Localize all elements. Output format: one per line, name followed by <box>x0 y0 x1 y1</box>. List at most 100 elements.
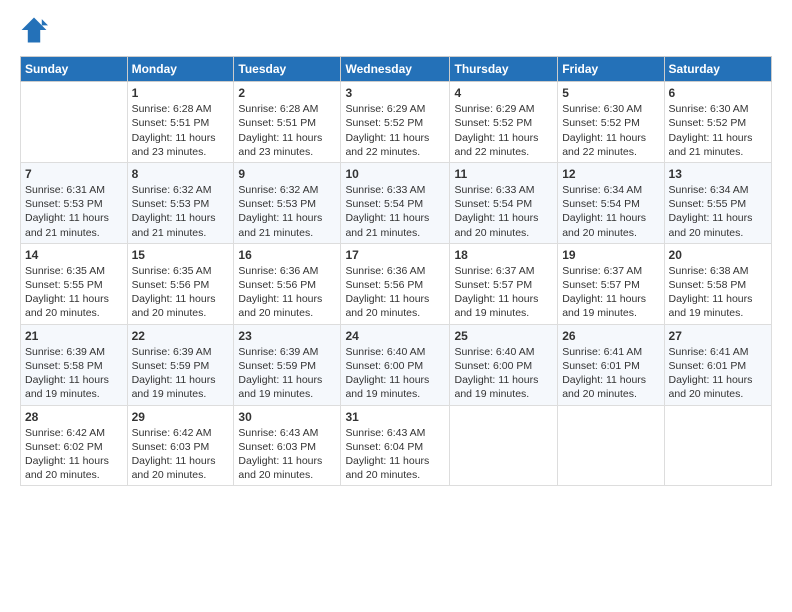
daylight: Daylight: 11 hours and 19 minutes. <box>454 293 538 319</box>
weekday-header-thursday: Thursday <box>450 57 558 82</box>
day-number: 27 <box>669 328 767 344</box>
header <box>20 16 772 44</box>
sunrise: Sunrise: 6:42 AM <box>132 427 212 439</box>
calendar-cell: 20 Sunrise: 6:38 AM Sunset: 5:58 PM Dayl… <box>664 243 771 324</box>
daylight: Daylight: 11 hours and 20 minutes. <box>345 455 429 481</box>
daylight: Daylight: 11 hours and 19 minutes. <box>454 374 538 400</box>
calendar-cell: 23 Sunrise: 6:39 AM Sunset: 5:59 PM Dayl… <box>234 324 341 405</box>
sunset: Sunset: 5:51 PM <box>238 117 316 129</box>
sunrise: Sunrise: 6:43 AM <box>345 427 425 439</box>
sunset: Sunset: 6:04 PM <box>345 441 423 453</box>
calendar-cell: 7 Sunrise: 6:31 AM Sunset: 5:53 PM Dayli… <box>21 162 128 243</box>
sunset: Sunset: 5:52 PM <box>669 117 747 129</box>
day-number: 17 <box>345 247 445 263</box>
day-number: 8 <box>132 166 230 182</box>
calendar-cell: 18 Sunrise: 6:37 AM Sunset: 5:57 PM Dayl… <box>450 243 558 324</box>
sunrise: Sunrise: 6:43 AM <box>238 427 318 439</box>
sunset: Sunset: 5:52 PM <box>454 117 532 129</box>
sunrise: Sunrise: 6:33 AM <box>345 184 425 196</box>
sunrise: Sunrise: 6:32 AM <box>132 184 212 196</box>
calendar-cell: 10 Sunrise: 6:33 AM Sunset: 5:54 PM Dayl… <box>341 162 450 243</box>
sunset: Sunset: 5:54 PM <box>562 198 640 210</box>
daylight: Daylight: 11 hours and 19 minutes. <box>25 374 109 400</box>
sunset: Sunset: 5:55 PM <box>25 279 103 291</box>
calendar-body: 1 Sunrise: 6:28 AM Sunset: 5:51 PM Dayli… <box>21 82 772 486</box>
day-number: 3 <box>345 85 445 101</box>
sunrise: Sunrise: 6:37 AM <box>562 265 642 277</box>
weekday-header-wednesday: Wednesday <box>341 57 450 82</box>
day-number: 13 <box>669 166 767 182</box>
daylight: Daylight: 11 hours and 20 minutes. <box>238 293 322 319</box>
calendar-cell: 2 Sunrise: 6:28 AM Sunset: 5:51 PM Dayli… <box>234 82 341 163</box>
day-number: 12 <box>562 166 659 182</box>
calendar-cell: 27 Sunrise: 6:41 AM Sunset: 6:01 PM Dayl… <box>664 324 771 405</box>
sunset: Sunset: 5:59 PM <box>132 360 210 372</box>
calendar-week-5: 28 Sunrise: 6:42 AM Sunset: 6:02 PM Dayl… <box>21 405 772 486</box>
sunrise: Sunrise: 6:39 AM <box>238 346 318 358</box>
logo-icon <box>20 16 48 44</box>
sunset: Sunset: 5:58 PM <box>25 360 103 372</box>
calendar-table: SundayMondayTuesdayWednesdayThursdayFrid… <box>20 56 772 486</box>
sunset: Sunset: 5:52 PM <box>345 117 423 129</box>
calendar-cell: 28 Sunrise: 6:42 AM Sunset: 6:02 PM Dayl… <box>21 405 128 486</box>
calendar-week-4: 21 Sunrise: 6:39 AM Sunset: 5:58 PM Dayl… <box>21 324 772 405</box>
sunset: Sunset: 5:55 PM <box>669 198 747 210</box>
calendar-cell: 6 Sunrise: 6:30 AM Sunset: 5:52 PM Dayli… <box>664 82 771 163</box>
day-number: 5 <box>562 85 659 101</box>
daylight: Daylight: 11 hours and 20 minutes. <box>132 455 216 481</box>
calendar-cell: 3 Sunrise: 6:29 AM Sunset: 5:52 PM Dayli… <box>341 82 450 163</box>
daylight: Daylight: 11 hours and 19 minutes. <box>132 374 216 400</box>
sunset: Sunset: 5:54 PM <box>345 198 423 210</box>
sunrise: Sunrise: 6:29 AM <box>345 103 425 115</box>
daylight: Daylight: 11 hours and 20 minutes. <box>562 212 646 238</box>
calendar-cell <box>558 405 664 486</box>
sunrise: Sunrise: 6:37 AM <box>454 265 534 277</box>
day-number: 31 <box>345 409 445 425</box>
weekday-header-friday: Friday <box>558 57 664 82</box>
calendar-cell: 11 Sunrise: 6:33 AM Sunset: 5:54 PM Dayl… <box>450 162 558 243</box>
daylight: Daylight: 11 hours and 22 minutes. <box>454 132 538 158</box>
calendar-cell: 8 Sunrise: 6:32 AM Sunset: 5:53 PM Dayli… <box>127 162 234 243</box>
daylight: Daylight: 11 hours and 21 minutes. <box>25 212 109 238</box>
calendar-cell: 29 Sunrise: 6:42 AM Sunset: 6:03 PM Dayl… <box>127 405 234 486</box>
sunset: Sunset: 5:53 PM <box>132 198 210 210</box>
day-number: 15 <box>132 247 230 263</box>
day-number: 22 <box>132 328 230 344</box>
weekday-header-tuesday: Tuesday <box>234 57 341 82</box>
day-number: 18 <box>454 247 553 263</box>
daylight: Daylight: 11 hours and 19 minutes. <box>562 293 646 319</box>
calendar-header: SundayMondayTuesdayWednesdayThursdayFrid… <box>21 57 772 82</box>
sunrise: Sunrise: 6:39 AM <box>25 346 105 358</box>
sunrise: Sunrise: 6:34 AM <box>669 184 749 196</box>
sunset: Sunset: 5:57 PM <box>562 279 640 291</box>
daylight: Daylight: 11 hours and 20 minutes. <box>132 293 216 319</box>
sunrise: Sunrise: 6:40 AM <box>345 346 425 358</box>
day-number: 21 <box>25 328 123 344</box>
sunrise: Sunrise: 6:41 AM <box>562 346 642 358</box>
day-number: 28 <box>25 409 123 425</box>
sunset: Sunset: 5:56 PM <box>345 279 423 291</box>
sunrise: Sunrise: 6:31 AM <box>25 184 105 196</box>
sunrise: Sunrise: 6:36 AM <box>238 265 318 277</box>
calendar-week-3: 14 Sunrise: 6:35 AM Sunset: 5:55 PM Dayl… <box>21 243 772 324</box>
day-number: 10 <box>345 166 445 182</box>
sunset: Sunset: 6:01 PM <box>562 360 640 372</box>
calendar-cell: 19 Sunrise: 6:37 AM Sunset: 5:57 PM Dayl… <box>558 243 664 324</box>
calendar-cell: 13 Sunrise: 6:34 AM Sunset: 5:55 PM Dayl… <box>664 162 771 243</box>
sunset: Sunset: 6:01 PM <box>669 360 747 372</box>
day-number: 7 <box>25 166 123 182</box>
sunrise: Sunrise: 6:39 AM <box>132 346 212 358</box>
sunset: Sunset: 5:51 PM <box>132 117 210 129</box>
calendar-cell: 1 Sunrise: 6:28 AM Sunset: 5:51 PM Dayli… <box>127 82 234 163</box>
daylight: Daylight: 11 hours and 21 minutes. <box>132 212 216 238</box>
daylight: Daylight: 11 hours and 20 minutes. <box>669 212 753 238</box>
calendar-cell: 16 Sunrise: 6:36 AM Sunset: 5:56 PM Dayl… <box>234 243 341 324</box>
day-number: 6 <box>669 85 767 101</box>
day-number: 2 <box>238 85 336 101</box>
day-number: 16 <box>238 247 336 263</box>
daylight: Daylight: 11 hours and 20 minutes. <box>454 212 538 238</box>
day-number: 14 <box>25 247 123 263</box>
sunset: Sunset: 6:00 PM <box>345 360 423 372</box>
sunset: Sunset: 5:56 PM <box>132 279 210 291</box>
calendar-cell: 26 Sunrise: 6:41 AM Sunset: 6:01 PM Dayl… <box>558 324 664 405</box>
